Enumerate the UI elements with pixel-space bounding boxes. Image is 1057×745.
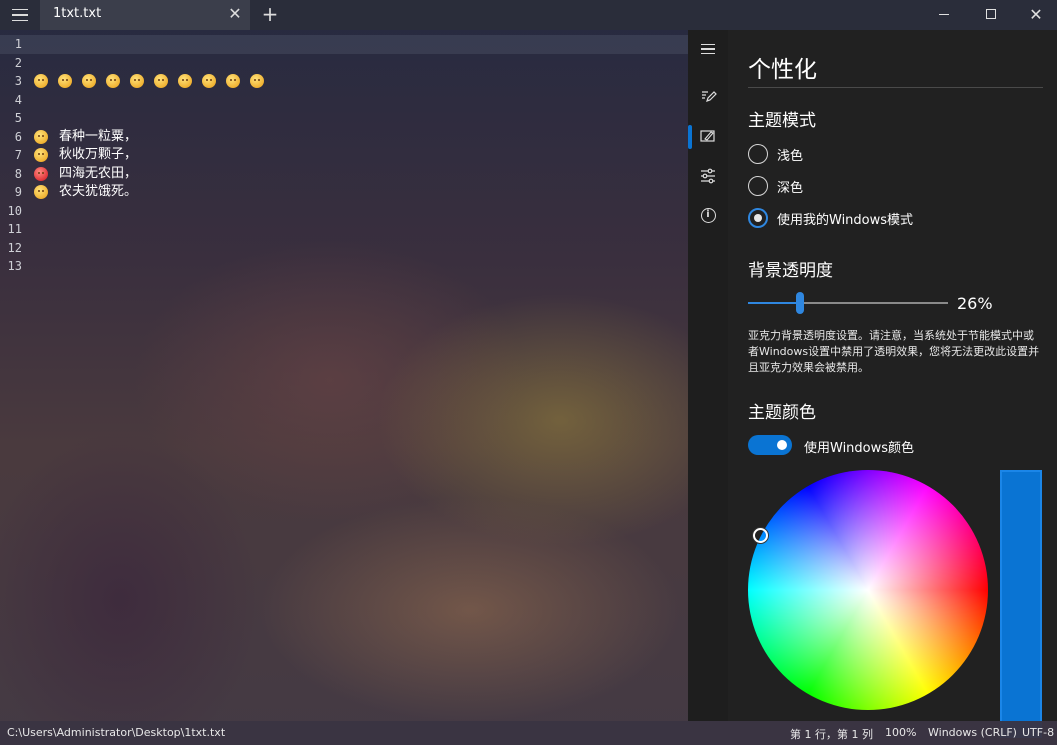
editor-line[interactable]: 6 春种一粒粟， — [0, 128, 688, 147]
transparency-heading: 背景透明度 — [748, 261, 833, 281]
line-number: 6 — [14, 129, 22, 144]
radio-label: 使用我的Windows模式 — [777, 212, 914, 228]
emoji-row — [34, 72, 264, 91]
editor-line[interactable]: 13 — [0, 257, 688, 276]
editor-line[interactable]: 9 农夫犹饿死。 — [0, 183, 688, 202]
line-number: 11 — [7, 222, 22, 236]
info-icon[interactable]: i — [698, 206, 718, 226]
close-window-button[interactable]: ✕ — [1013, 0, 1057, 28]
emoji-face-icon — [178, 74, 192, 89]
minimize-icon — [939, 13, 949, 15]
transparency-value: 26% — [957, 294, 993, 313]
line-number: 1 — [14, 37, 22, 51]
main-menu-hamburger-icon[interactable] — [6, 3, 34, 27]
editor-line[interactable]: 1 — [0, 35, 688, 54]
line-number: 9 — [14, 185, 22, 199]
radio-label: 深色 — [777, 180, 804, 196]
personalize-icon[interactable] — [698, 127, 718, 147]
color-wheel[interactable] — [748, 470, 988, 710]
transparency-slider[interactable] — [748, 292, 948, 314]
file-path: C:\Users\Administrator\Desktop\1txt.txt — [7, 726, 226, 739]
poem-line-text: 农夫犹饿死。 — [59, 184, 138, 199]
color-wheel-selector[interactable] — [753, 528, 768, 543]
toggle-label: 使用Windows颜色 — [804, 441, 915, 456]
page-title: 个性化 — [748, 57, 817, 83]
editor-line[interactable]: 10 — [0, 202, 688, 221]
editor-line[interactable]: 2 — [0, 54, 688, 73]
emoji-face-icon — [106, 74, 120, 89]
editor-line[interactable]: 4 — [0, 91, 688, 110]
editor-line[interactable]: 12 — [0, 239, 688, 258]
tab-1txt[interactable]: 1txt.txt ✕ — [40, 0, 250, 30]
emoji-face-icon — [130, 74, 144, 89]
theme-mode-heading: 主题模式 — [748, 111, 816, 131]
hamburger-icon[interactable] — [698, 39, 718, 59]
radio-label: 浅色 — [777, 148, 804, 164]
theme-mode-option[interactable]: 浅色 — [748, 143, 803, 165]
minimize-button[interactable] — [921, 0, 967, 28]
emoji-face-icon — [58, 74, 72, 89]
editor-line[interactable]: 7 秋收万颗子， — [0, 146, 688, 165]
tab-title: 1txt.txt — [53, 6, 102, 21]
add-tab-icon[interactable]: + — [259, 3, 281, 25]
sliders-icon[interactable] — [698, 167, 718, 187]
maximize-icon — [986, 9, 996, 19]
maximize-button[interactable] — [968, 0, 1014, 28]
line-number: 3 — [14, 74, 22, 88]
editor-line[interactable]: 3 — [0, 72, 688, 91]
worried-face-icon — [34, 148, 48, 162]
tab-close-icon[interactable]: ✕ — [226, 5, 244, 23]
line-number: 4 — [14, 92, 22, 107]
radio-button[interactable] — [748, 208, 768, 228]
editor-line[interactable]: 11 — [0, 220, 688, 239]
pen-icon[interactable] — [698, 87, 718, 107]
poem-line-text: 四海无农田， — [59, 165, 138, 181]
emoji-face-icon — [82, 74, 96, 89]
theme-color-heading: 主题颜色 — [748, 403, 816, 423]
angry-face-icon — [34, 166, 48, 181]
cursor-position[interactable]: 第 1 行，第 1 列 — [790, 726, 873, 742]
emoji-face-icon — [226, 74, 240, 89]
text-editor[interactable]: 1 2 3 4 5 6 春种一粒粟， 7 秋收万颗子， 8 四海无农田， 9 农夫犹饿死。 10 11 12 1… — [0, 35, 688, 721]
zoom-level[interactable]: 100% — [885, 726, 916, 739]
emoji-face-icon — [250, 74, 264, 89]
status-bar: C:\Users\Administrator\Desktop\1txt.txt … — [0, 721, 1057, 745]
line-number: 13 — [7, 259, 22, 273]
line-number: 10 — [7, 203, 22, 218]
editor-line[interactable]: 8 四海无农田， — [0, 165, 688, 184]
line-ending[interactable]: Windows (CRLF) — [928, 726, 1017, 739]
settings-nav-rail: i — [688, 30, 728, 721]
slider-thumb[interactable] — [796, 292, 804, 314]
theme-mode-option[interactable]: 使用我的Windows模式 — [748, 207, 913, 229]
line-number: 8 — [14, 166, 22, 181]
editor-line[interactable]: 5 — [0, 109, 688, 128]
settings-panel: i 个性化 主题模式 浅色深色使用我的Windows模式 背景透明度 26% 亚… — [688, 30, 1057, 738]
line-number: 5 — [14, 111, 22, 125]
line-number: 7 — [14, 148, 22, 162]
line-number: 2 — [14, 55, 22, 70]
nav-selected-indicator — [688, 125, 692, 149]
title-bar: 1txt.txt ✕ + ✕ — [0, 0, 1057, 30]
glasses-face-icon — [34, 185, 48, 199]
emoji-face-icon — [154, 74, 168, 89]
slider-fill — [748, 302, 800, 304]
theme-mode-option[interactable]: 深色 — [748, 175, 803, 197]
emoji-face-icon — [34, 74, 48, 89]
poem-line-text: 春种一粒粟， — [59, 128, 138, 144]
emoji-face-icon — [202, 74, 216, 89]
grinning-face-icon — [34, 129, 48, 144]
radio-button[interactable] — [748, 144, 768, 164]
color-preview-bar[interactable] — [1000, 470, 1042, 738]
poem-line-text: 秋收万颗子， — [59, 147, 138, 162]
encoding[interactable]: UTF-8 — [1022, 726, 1054, 739]
transparency-description: 亚克力背景透明度设置。请注意，当系统处于节能模式中或者Windows设置中禁用了… — [748, 329, 1040, 374]
radio-button[interactable] — [748, 176, 768, 196]
line-number: 12 — [7, 240, 22, 255]
title-divider — [748, 87, 1043, 88]
use-windows-color-toggle[interactable] — [748, 435, 792, 455]
